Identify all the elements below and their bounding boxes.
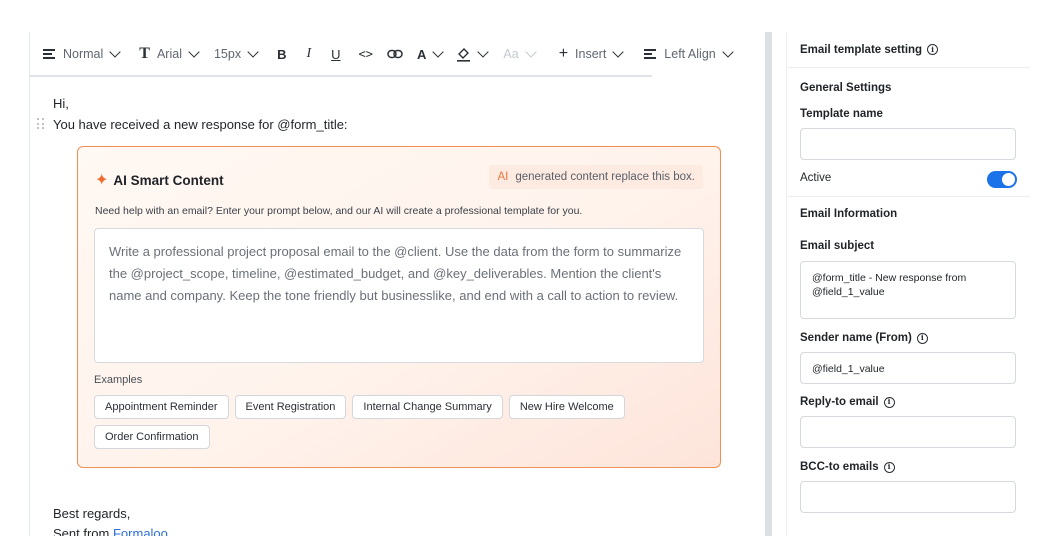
code-button[interactable]: <> (359, 32, 373, 76)
bcc-input[interactable] (800, 481, 1016, 513)
info-icon[interactable]: i (927, 44, 939, 55)
info-icon[interactable]: i (883, 461, 895, 473)
underline-button[interactable]: U (331, 32, 340, 76)
intro-line-text[interactable]: You have received a new response for @fo… (53, 117, 348, 132)
align-value: Left Align (664, 47, 716, 61)
sparkles-icon: ✦ (95, 172, 109, 189)
drag-handle-icon[interactable] (37, 118, 45, 130)
ai-badge: AI generated content replace this box. (489, 165, 703, 189)
paragraph-style-value: Normal (63, 47, 104, 61)
email-subject-input[interactable]: @form_title - New response from @field_1… (800, 261, 1016, 319)
bold-icon: B (277, 46, 287, 62)
sender-name-label: Sender name (From) i (800, 332, 928, 344)
link-icon (387, 49, 403, 59)
reply-to-label: Reply-to email i (800, 396, 895, 408)
active-label: Active (800, 172, 832, 184)
panel-resize-divider[interactable] (765, 32, 772, 536)
code-icon: <> (358, 47, 373, 61)
font-size-value: 15px (213, 47, 242, 61)
email-template-settings-panel: Email template setting i General Setting… (786, 32, 1030, 536)
info-icon[interactable]: i (883, 396, 895, 408)
chevron-down-icon (109, 46, 121, 58)
template-name-label: Template name (800, 108, 883, 120)
ai-prompt-textarea[interactable]: Write a professional project proposal em… (94, 228, 704, 363)
email-editor: Normal T Arial 15px B I U <> A Aa + Inse… (29, 32, 764, 536)
bcc-label-text: BCC-to emails (800, 461, 879, 473)
underline-icon: U (331, 46, 341, 62)
link-button[interactable] (387, 32, 403, 76)
general-settings-heading: General Settings (800, 82, 892, 94)
toggle-knob (1002, 173, 1015, 186)
font-size-dropdown[interactable]: 15px (213, 32, 259, 76)
chevron-down-icon (477, 46, 490, 58)
chevron-down-icon (612, 46, 624, 58)
email-subject-label: Email subject (800, 240, 875, 252)
settings-header-title: Email template setting (800, 43, 923, 56)
align-dropdown[interactable]: Left Align (644, 32, 734, 76)
chevron-down-icon (722, 46, 734, 58)
chevron-down-icon (188, 46, 200, 58)
paint-bucket-icon (457, 47, 471, 62)
examples-label: Examples (94, 374, 143, 386)
email-information-heading: Email Information (800, 208, 898, 220)
font-family-value: Arial (156, 47, 182, 61)
chevron-down-icon (247, 46, 259, 58)
toolbar-divider (30, 75, 652, 77)
font-icon: T (139, 45, 150, 62)
brand-link[interactable]: Formaloo (113, 526, 168, 536)
ai-badge-text: generated content replace this box. (515, 171, 695, 183)
insert-dropdown[interactable]: + Insert (558, 32, 624, 76)
example-chips: Appointment Reminder Event Registration … (94, 395, 674, 449)
chevron-down-icon (525, 46, 537, 58)
italic-icon: I (306, 46, 312, 61)
ai-box-title: ✦ AI Smart Content (95, 170, 224, 190)
bold-button[interactable]: B (277, 32, 286, 76)
example-chip[interactable]: Event Registration (234, 395, 347, 419)
example-chip[interactable]: Order Confirmation (94, 425, 210, 449)
section-divider (787, 196, 1030, 197)
example-chip[interactable]: New Hire Welcome (508, 395, 625, 419)
closing-text[interactable]: Best regards, (53, 506, 130, 521)
active-toggle[interactable] (987, 171, 1017, 188)
formatting-toolbar: Normal T Arial 15px B I U <> A Aa + Inse… (30, 32, 764, 77)
text-case-dropdown[interactable]: Aa (503, 32, 537, 76)
plus-icon: + (558, 45, 569, 62)
ai-help-text: Need help with an email? Enter your prom… (95, 205, 583, 217)
text-color-dropdown[interactable]: A (417, 32, 445, 76)
chevron-down-icon (432, 46, 445, 58)
ai-smart-content-box: ✦ AI Smart Content AI generated content … (77, 146, 721, 468)
sent-from-line: Sent from Formaloo (53, 526, 168, 536)
font-family-dropdown[interactable]: T Arial (139, 32, 200, 76)
paragraph-style-dropdown[interactable]: Normal (43, 32, 121, 76)
italic-button[interactable]: I (306, 32, 311, 76)
highlight-color-dropdown[interactable] (456, 32, 490, 76)
bcc-label: BCC-to emails i (800, 461, 895, 473)
sent-from-text: Sent from (53, 526, 110, 536)
sender-name-input[interactable]: @field_1_value (800, 352, 1016, 384)
paragraph-style-icon (43, 49, 55, 59)
template-name-input[interactable] (800, 128, 1016, 160)
ai-badge-ai: AI (497, 171, 509, 183)
reply-to-label-text: Reply-to email (800, 396, 879, 408)
reply-to-input[interactable] (800, 416, 1016, 448)
example-chip[interactable]: Appointment Reminder (94, 395, 229, 419)
settings-header: Email template setting i (787, 32, 1030, 68)
example-chip[interactable]: Internal Change Summary (352, 395, 503, 419)
insert-label: Insert (575, 47, 607, 61)
info-icon[interactable]: i (916, 332, 928, 344)
sender-name-label-text: Sender name (From) (800, 332, 912, 344)
align-left-icon (644, 49, 657, 59)
text-color-icon: A (417, 46, 427, 62)
ai-box-title-text: AI Smart Content (113, 172, 224, 188)
text-case-icon: Aa (503, 47, 519, 61)
greeting-text[interactable]: Hi, (53, 96, 69, 111)
